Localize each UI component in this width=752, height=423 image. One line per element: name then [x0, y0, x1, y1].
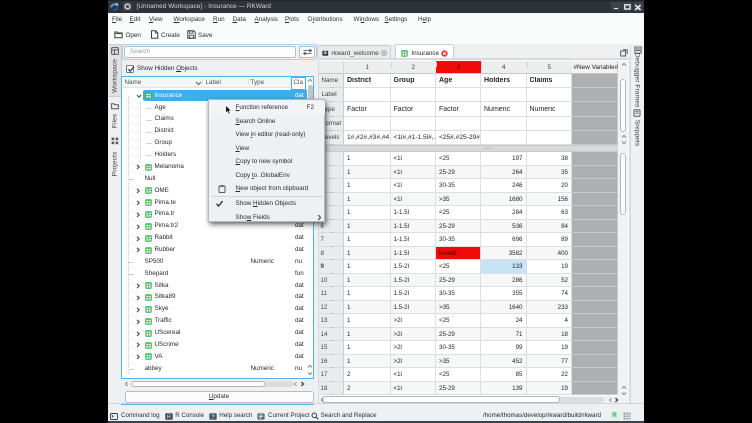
svg-text:R: R: [167, 414, 171, 420]
svg-text:?: ?: [211, 414, 214, 420]
